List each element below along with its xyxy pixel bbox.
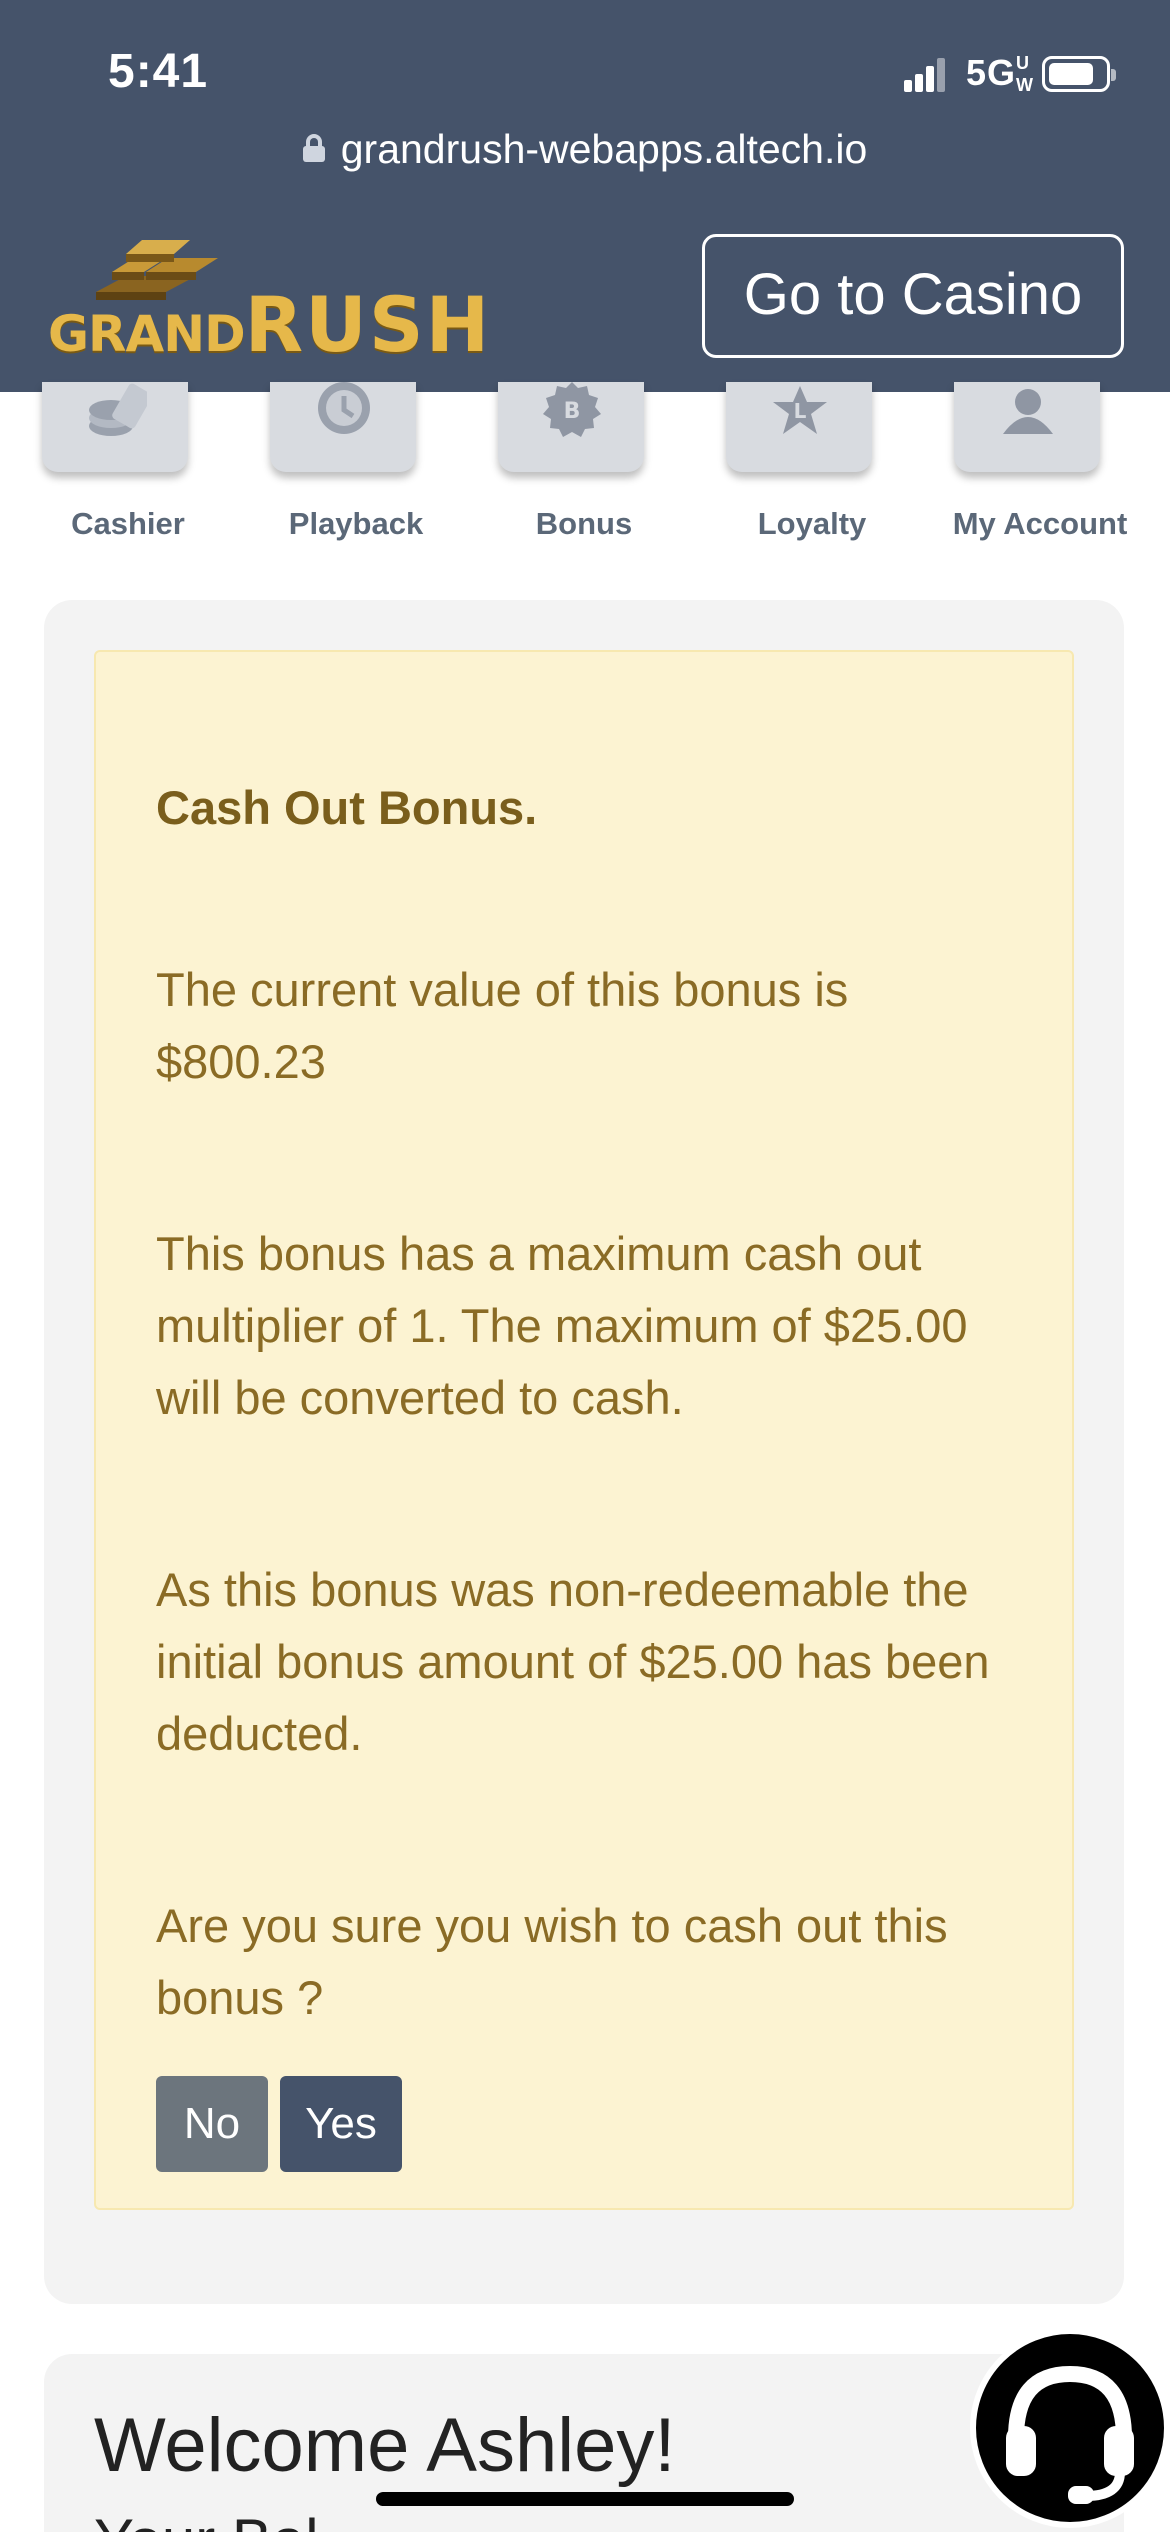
nav-item-loyalty[interactable]: L Loyalty bbox=[684, 382, 884, 562]
loyalty-icon: L bbox=[773, 386, 827, 434]
cash-out-card: Cash Out Bonus. The current value of thi… bbox=[44, 600, 1124, 2304]
network-suffix: UW bbox=[1016, 53, 1035, 95]
account-nav: Cashier Playback B Bonus L Loyalty My Ac… bbox=[0, 382, 1170, 562]
url-text: grandrush-webapps.altech.io bbox=[340, 126, 868, 172]
yes-button[interactable]: Yes bbox=[280, 2076, 402, 2172]
nav-label-my-account: My Account bbox=[952, 506, 1128, 541]
network-type: 5GUW bbox=[966, 52, 1036, 96]
nav-tile-cashier bbox=[42, 382, 188, 472]
lock-icon bbox=[302, 134, 325, 163]
no-button[interactable]: No bbox=[156, 2076, 268, 2172]
cash-out-confirmation: Cash Out Bonus. The current value of thi… bbox=[94, 650, 1074, 2210]
go-to-casino-button[interactable]: Go to Casino bbox=[702, 234, 1124, 358]
nav-label-loyalty: Loyalty bbox=[757, 506, 867, 541]
nav-label-cashier: Cashier bbox=[71, 506, 185, 541]
network-label: 5G bbox=[966, 52, 1017, 93]
live-chat-button[interactable] bbox=[970, 2328, 1170, 2528]
status-time: 5:41 bbox=[108, 45, 209, 98]
nav-label-playback: Playback bbox=[288, 506, 424, 541]
cashier-icon bbox=[89, 383, 147, 436]
nav-item-playback[interactable]: Playback bbox=[228, 382, 428, 562]
logo-grand: GRAND bbox=[48, 305, 246, 363]
headset-icon bbox=[1006, 2365, 1134, 2504]
status-bar: 5:41 5GUW bbox=[0, 0, 1170, 140]
nav-tile-playback bbox=[270, 382, 416, 472]
nav-item-bonus[interactable]: B Bonus bbox=[456, 382, 656, 562]
welcome-title: Welcome Ashley! bbox=[94, 2403, 676, 2488]
app-header: 5:41 5GUW grandrush-webapps.altech.io GR… bbox=[0, 0, 1170, 392]
grandrush-logo[interactable]: GRANDRUSH bbox=[48, 232, 489, 369]
multiplier-text: This bonus has a maximum cash out multip… bbox=[156, 1227, 968, 1424]
account-icon bbox=[1003, 389, 1053, 434]
battery-icon bbox=[1042, 56, 1116, 92]
svg-text:B: B bbox=[564, 399, 581, 424]
nav-item-cashier[interactable]: Cashier bbox=[0, 382, 200, 562]
address-bar[interactable]: grandrush-webapps.altech.io bbox=[0, 126, 1170, 173]
home-indicator[interactable] bbox=[376, 2492, 794, 2506]
nav-label-bonus: Bonus bbox=[535, 506, 633, 541]
nav-item-my-account[interactable]: My Account bbox=[912, 382, 1127, 562]
dialog-title: Cash Out Bonus. bbox=[156, 781, 538, 834]
bonus-value-text: The current value of this bonus is $800.… bbox=[156, 963, 849, 1088]
nav-tile-my-account bbox=[954, 382, 1100, 472]
signal-strength-icon bbox=[904, 58, 946, 92]
logo-wordmark: GRANDRUSH bbox=[48, 280, 491, 369]
bonus-icon: B bbox=[543, 382, 601, 437]
nav-tile-loyalty: L bbox=[726, 382, 872, 472]
confirm-question: Are you sure you wish to cash out this b… bbox=[156, 1899, 948, 2024]
deduction-text: As this bonus was non-redeemable the ini… bbox=[156, 1563, 990, 1760]
playback-icon bbox=[318, 382, 370, 434]
svg-text:L: L bbox=[794, 399, 807, 423]
logo-rush: RUSH bbox=[244, 280, 492, 369]
balance-heading: Your Bal bbox=[94, 2506, 319, 2532]
nav-tile-bonus: B bbox=[498, 382, 644, 472]
